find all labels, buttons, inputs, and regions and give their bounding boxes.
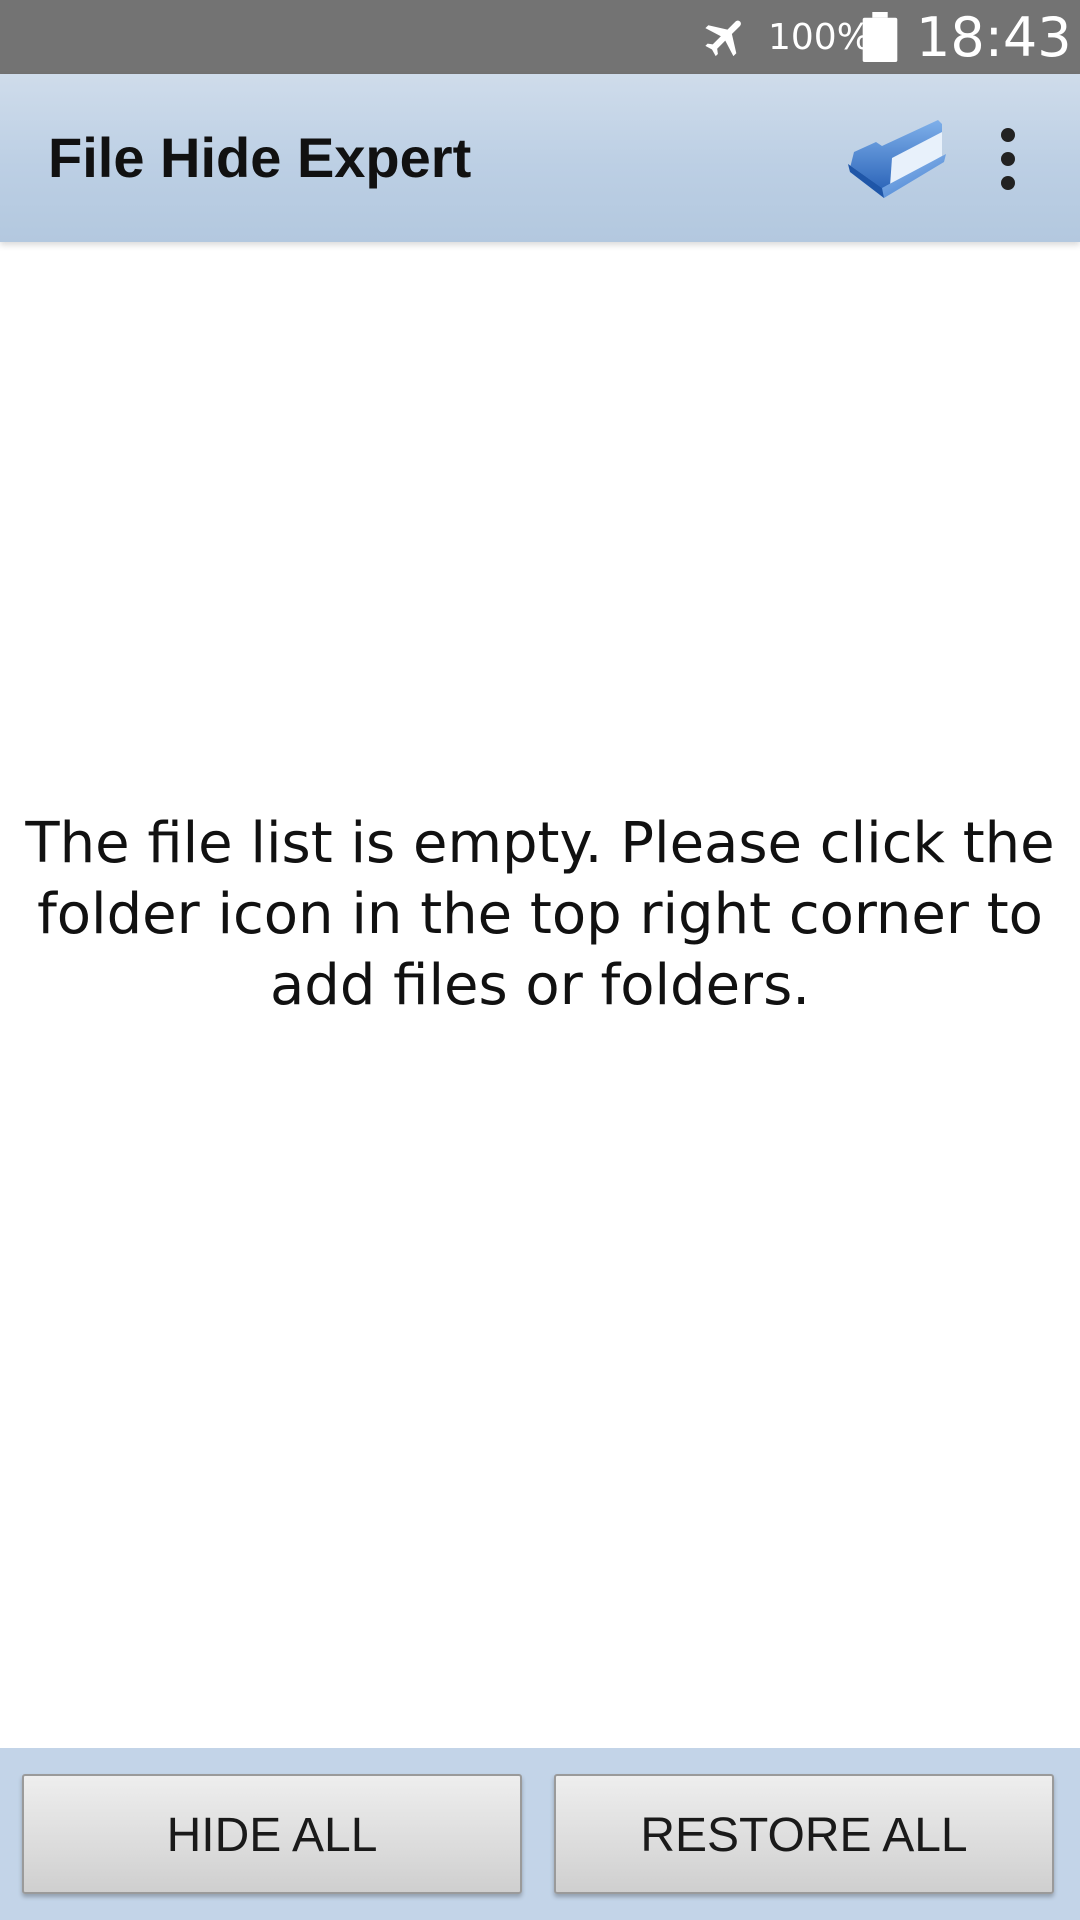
status-clock: 18:43 [916, 6, 1072, 69]
airplane-mode-icon [705, 20, 741, 57]
battery-percentage: 100% [768, 17, 871, 58]
folder-icon [848, 120, 946, 198]
battery-icon [862, 12, 898, 62]
bottom-action-bar: HIDE ALL RESTORE ALL [0, 1748, 1080, 1920]
app-title: File Hide Expert [48, 126, 472, 189]
hide-all-button[interactable]: HIDE ALL [22, 1774, 522, 1894]
restore-all-button[interactable]: RESTORE ALL [554, 1774, 1054, 1894]
app-screen: 100% 18:43 File Hide Expert The file lis… [0, 0, 1080, 1920]
action-bar: File Hide Expert [0, 74, 1080, 242]
status-bar: 100% 18:43 [0, 0, 1080, 74]
add-files-button[interactable] [846, 112, 950, 202]
overflow-menu-button[interactable] [984, 128, 1032, 190]
empty-list-message: The file list is empty. Please click the… [25, 811, 1055, 1018]
